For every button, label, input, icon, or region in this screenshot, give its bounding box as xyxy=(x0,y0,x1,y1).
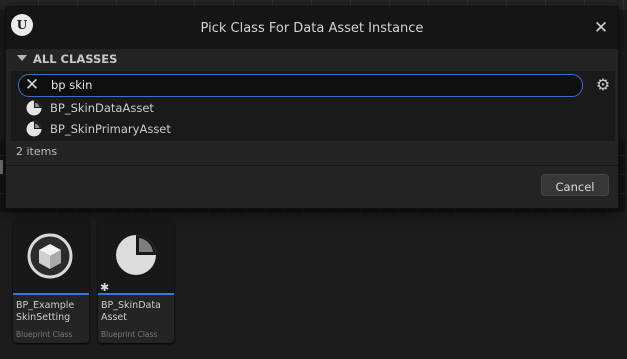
all-classes-section-header[interactable]: ALL CLASSES xyxy=(6,50,618,72)
list-item[interactable]: BP_SkinPrimaryAsset xyxy=(26,119,326,139)
search-input[interactable] xyxy=(51,76,551,94)
asset-tile-bp-example-skinsetting[interactable]: BP_Example SkinSetting Blueprint Class xyxy=(13,219,89,343)
gear-icon[interactable]: ⚙ xyxy=(594,76,612,94)
asset-name: BP_Example SkinSetting xyxy=(16,300,75,323)
list-item-label: BP_SkinDataAsset xyxy=(50,101,154,115)
pie-class-icon xyxy=(26,100,42,116)
item-count: 2 items xyxy=(16,145,58,158)
asset-type-color-bar xyxy=(98,293,174,295)
class-search-box[interactable]: ✕ xyxy=(18,74,583,97)
cancel-button[interactable]: Cancel xyxy=(541,174,609,196)
asset-name: BP_SkinData Asset xyxy=(101,300,161,323)
list-item-label: BP_SkinPrimaryAsset xyxy=(50,122,171,136)
asset-type: Blueprint Class xyxy=(101,330,158,339)
list-item[interactable]: BP_SkinDataAsset xyxy=(26,98,326,118)
section-label: ALL CLASSES xyxy=(33,52,118,66)
pie-class-icon xyxy=(26,121,42,137)
dialog-title: Pick Class For Data Asset Instance xyxy=(200,21,424,36)
asset-type-color-bar xyxy=(13,293,89,295)
chevron-down-icon xyxy=(17,55,27,61)
sidebar-collapse-handle[interactable] xyxy=(0,160,3,174)
asset-tile-bp-skindataasset[interactable]: ✱ BP_SkinData Asset Blueprint Class xyxy=(98,219,174,343)
asset-thumbnail xyxy=(13,219,89,293)
close-icon[interactable]: ✕ xyxy=(592,19,610,37)
pie-asset-icon xyxy=(116,235,156,275)
asset-type: Blueprint Class xyxy=(16,330,73,339)
cube-sphere-icon xyxy=(27,233,73,279)
pick-class-dialog: U Pick Class For Data Asset Instance ✕ A… xyxy=(5,6,619,209)
clear-search-icon[interactable]: ✕ xyxy=(24,76,40,94)
footer-divider xyxy=(6,165,618,166)
asset-thumbnail xyxy=(98,219,174,293)
